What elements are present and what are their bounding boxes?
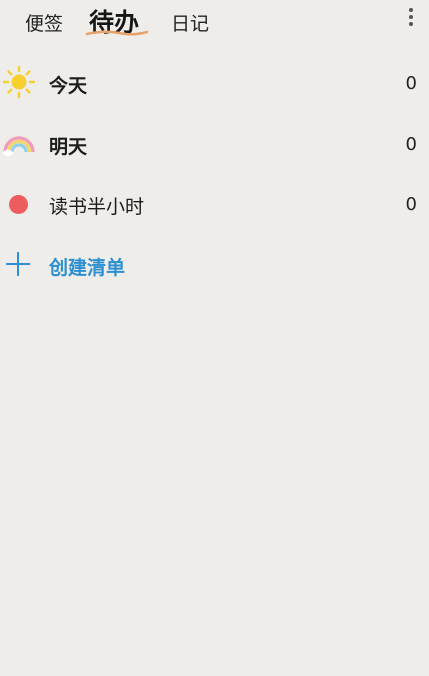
create-list-button[interactable]: 创建清单: [0, 240, 429, 290]
more-vertical-icon[interactable]: [405, 8, 417, 30]
list-item-count: 0: [405, 134, 417, 155]
list-item-tomorrow[interactable]: 明天 0: [0, 119, 429, 171]
list-item-today[interactable]: 今天 0: [0, 58, 429, 110]
rainbow-icon: [3, 136, 35, 157]
top-tab-bar: 便签 待办 日记: [0, 0, 429, 44]
tab-notes[interactable]: 便签: [25, 9, 63, 36]
tab-diary[interactable]: 日记: [171, 9, 209, 36]
sun-icon: [2, 65, 36, 99]
list-item-count: 0: [405, 194, 417, 215]
create-list-label: 创建清单: [49, 257, 126, 279]
active-tab-underline: [85, 30, 149, 36]
list-item-count: 0: [405, 73, 417, 94]
app-root: 便签 待办 日记 今天 0 明天 0 读书半小时 0 创建清单: [0, 0, 429, 676]
list-item-label: 读书半小时: [49, 196, 145, 218]
list-item-label: 今天: [49, 75, 88, 97]
red-dot-icon: [9, 195, 28, 214]
list-item-reading[interactable]: 读书半小时 0: [0, 179, 429, 231]
list-item-label: 明天: [49, 136, 88, 158]
plus-icon: [6, 252, 30, 276]
